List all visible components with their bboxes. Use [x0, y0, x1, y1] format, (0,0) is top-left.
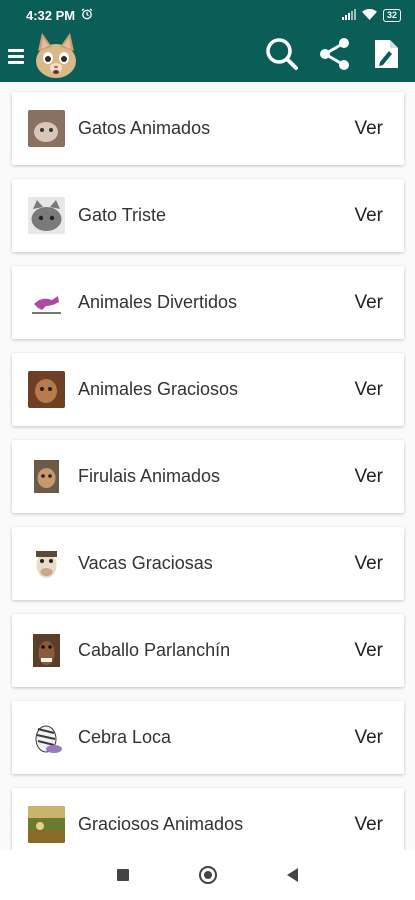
ver-button[interactable]: Ver — [354, 205, 383, 227]
pack-thumbnail — [28, 719, 65, 756]
ver-button[interactable]: Ver — [354, 118, 383, 140]
pack-thumbnail — [28, 197, 65, 234]
ver-button[interactable]: Ver — [354, 553, 383, 575]
search-icon[interactable] — [265, 37, 299, 76]
signal-icon — [341, 8, 356, 23]
pack-thumbnail — [28, 284, 65, 321]
recents-square-icon[interactable] — [117, 869, 129, 881]
pack-title: Caballo Parlanchín — [78, 640, 231, 660]
status-bar: 4:32 PM 32 — [0, 0, 415, 30]
pack-title: Animales Divertidos — [78, 292, 238, 312]
ver-button[interactable]: Ver — [354, 727, 383, 749]
home-circle-icon[interactable] — [199, 866, 217, 884]
list-item[interactable]: Graciosos Animados Ver — [12, 788, 404, 850]
sticker-pack-list: Gatos Animados Ver Gato Triste Ver Anima… — [0, 82, 415, 850]
alarm-icon — [81, 8, 93, 23]
pack-thumbnail — [28, 458, 65, 495]
pack-title: Animales Graciosos — [78, 379, 239, 399]
list-item[interactable]: Firulais Animados Ver — [12, 440, 404, 513]
wifi-icon — [361, 8, 377, 23]
back-triangle-icon[interactable] — [287, 868, 298, 882]
pack-thumbnail — [28, 632, 65, 669]
system-nav-bar — [0, 850, 415, 900]
pack-title: Graciosos Animados — [78, 814, 244, 834]
hamburger-menu-icon[interactable] — [8, 48, 24, 64]
ver-button[interactable]: Ver — [354, 379, 383, 401]
ver-button[interactable]: Ver — [354, 466, 383, 488]
list-item[interactable]: Gato Triste Ver — [12, 179, 404, 252]
ver-button[interactable]: Ver — [354, 640, 383, 662]
pack-title: Gatos Animados — [78, 118, 211, 138]
cat-logo-icon — [30, 31, 82, 81]
list-item[interactable]: Vacas Graciosas Ver — [12, 527, 404, 600]
pack-title: Gato Triste — [78, 205, 167, 225]
list-item[interactable]: Gatos Animados Ver — [12, 92, 404, 165]
list-item[interactable]: Animales Divertidos Ver — [12, 266, 404, 339]
ver-button[interactable]: Ver — [354, 292, 383, 314]
pack-thumbnail — [28, 806, 65, 843]
edit-note-icon[interactable] — [371, 37, 401, 76]
share-icon[interactable] — [319, 37, 351, 76]
list-item[interactable]: Animales Graciosos Ver — [12, 353, 404, 426]
app-bar — [0, 30, 415, 82]
status-time: 4:32 PM — [26, 7, 76, 23]
pack-title: Vacas Graciosas — [78, 553, 213, 573]
pack-thumbnail — [28, 545, 65, 582]
pack-title: Cebra Loca — [78, 727, 172, 747]
list-item[interactable]: Caballo Parlanchín Ver — [12, 614, 404, 687]
pack-thumbnail — [28, 110, 65, 147]
pack-title: Firulais Animados — [78, 466, 221, 486]
ver-button[interactable]: Ver — [354, 814, 383, 836]
pack-thumbnail — [28, 371, 65, 408]
list-item[interactable]: Cebra Loca Ver — [12, 701, 404, 774]
battery-indicator: 32 — [382, 8, 401, 22]
